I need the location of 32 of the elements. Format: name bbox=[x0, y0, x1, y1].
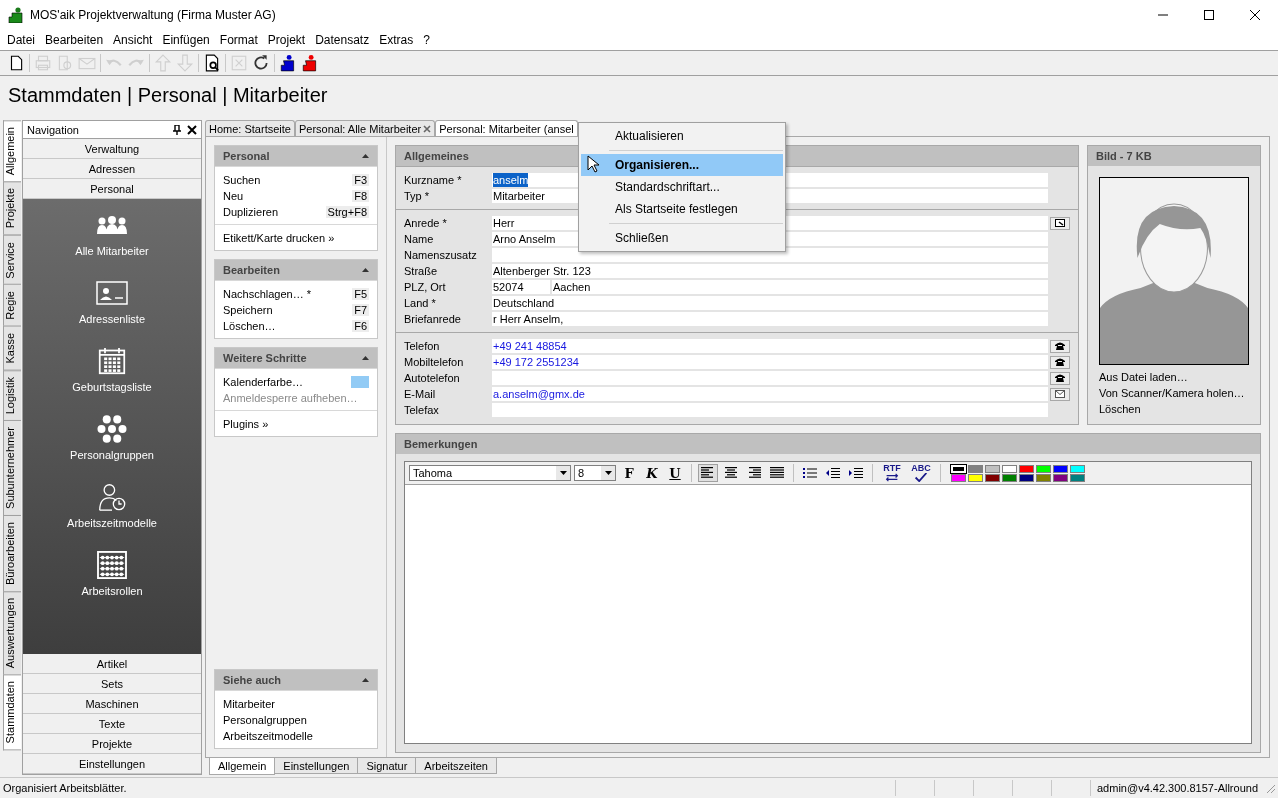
field-label: Name bbox=[404, 233, 435, 245]
window-title: MOS'aik Projektverwaltung (Firma Muster AG) bbox=[30, 8, 277, 22]
field-label: Typ * bbox=[404, 190, 431, 202]
shortcut-key: F3 bbox=[352, 174, 369, 186]
field-label: Namenszusatz bbox=[404, 249, 478, 261]
panel-title: Bemerkungen bbox=[404, 438, 479, 450]
field-label: Straße bbox=[404, 265, 438, 277]
field-label: Kurzname * bbox=[404, 174, 463, 186]
panel-title: Personal bbox=[223, 150, 271, 162]
field-label: E-Mail bbox=[404, 388, 437, 400]
panel-title: Allgemeines bbox=[404, 150, 470, 162]
shortcut-key: F6 bbox=[352, 320, 369, 332]
panel-title: Weitere Schritte bbox=[223, 352, 308, 364]
field-label: Briefanrede bbox=[404, 313, 462, 325]
status-message: Organisiert Arbeitsblätter. bbox=[3, 782, 127, 794]
status-user: admin@v4.42.300.8157-Allround bbox=[1090, 780, 1264, 796]
shortcut-key: F7 bbox=[352, 304, 369, 316]
field-label: Land * bbox=[404, 297, 437, 309]
panel-title: Siehe auch bbox=[223, 674, 283, 686]
field-label: Mobiltelefon bbox=[404, 356, 465, 368]
field-label: Anrede * bbox=[404, 217, 448, 229]
field-label: PLZ, Ort bbox=[404, 281, 447, 293]
page-heading: Stammdaten | Personal | Mitarbeiter bbox=[8, 84, 328, 106]
shortcut-key: F5 bbox=[352, 288, 369, 300]
field-label: Autotelefon bbox=[404, 372, 461, 384]
panel-title: Bearbeiten bbox=[223, 264, 281, 276]
shortcut-key: F8 bbox=[352, 190, 369, 202]
panel-title: Bild - 7 KB bbox=[1096, 150, 1153, 162]
field-label: Telefax bbox=[404, 404, 440, 416]
panel-title: Navigation bbox=[27, 123, 80, 136]
shortcut-key: Strg+F8 bbox=[325, 206, 369, 218]
field-label: Telefon bbox=[404, 340, 441, 352]
